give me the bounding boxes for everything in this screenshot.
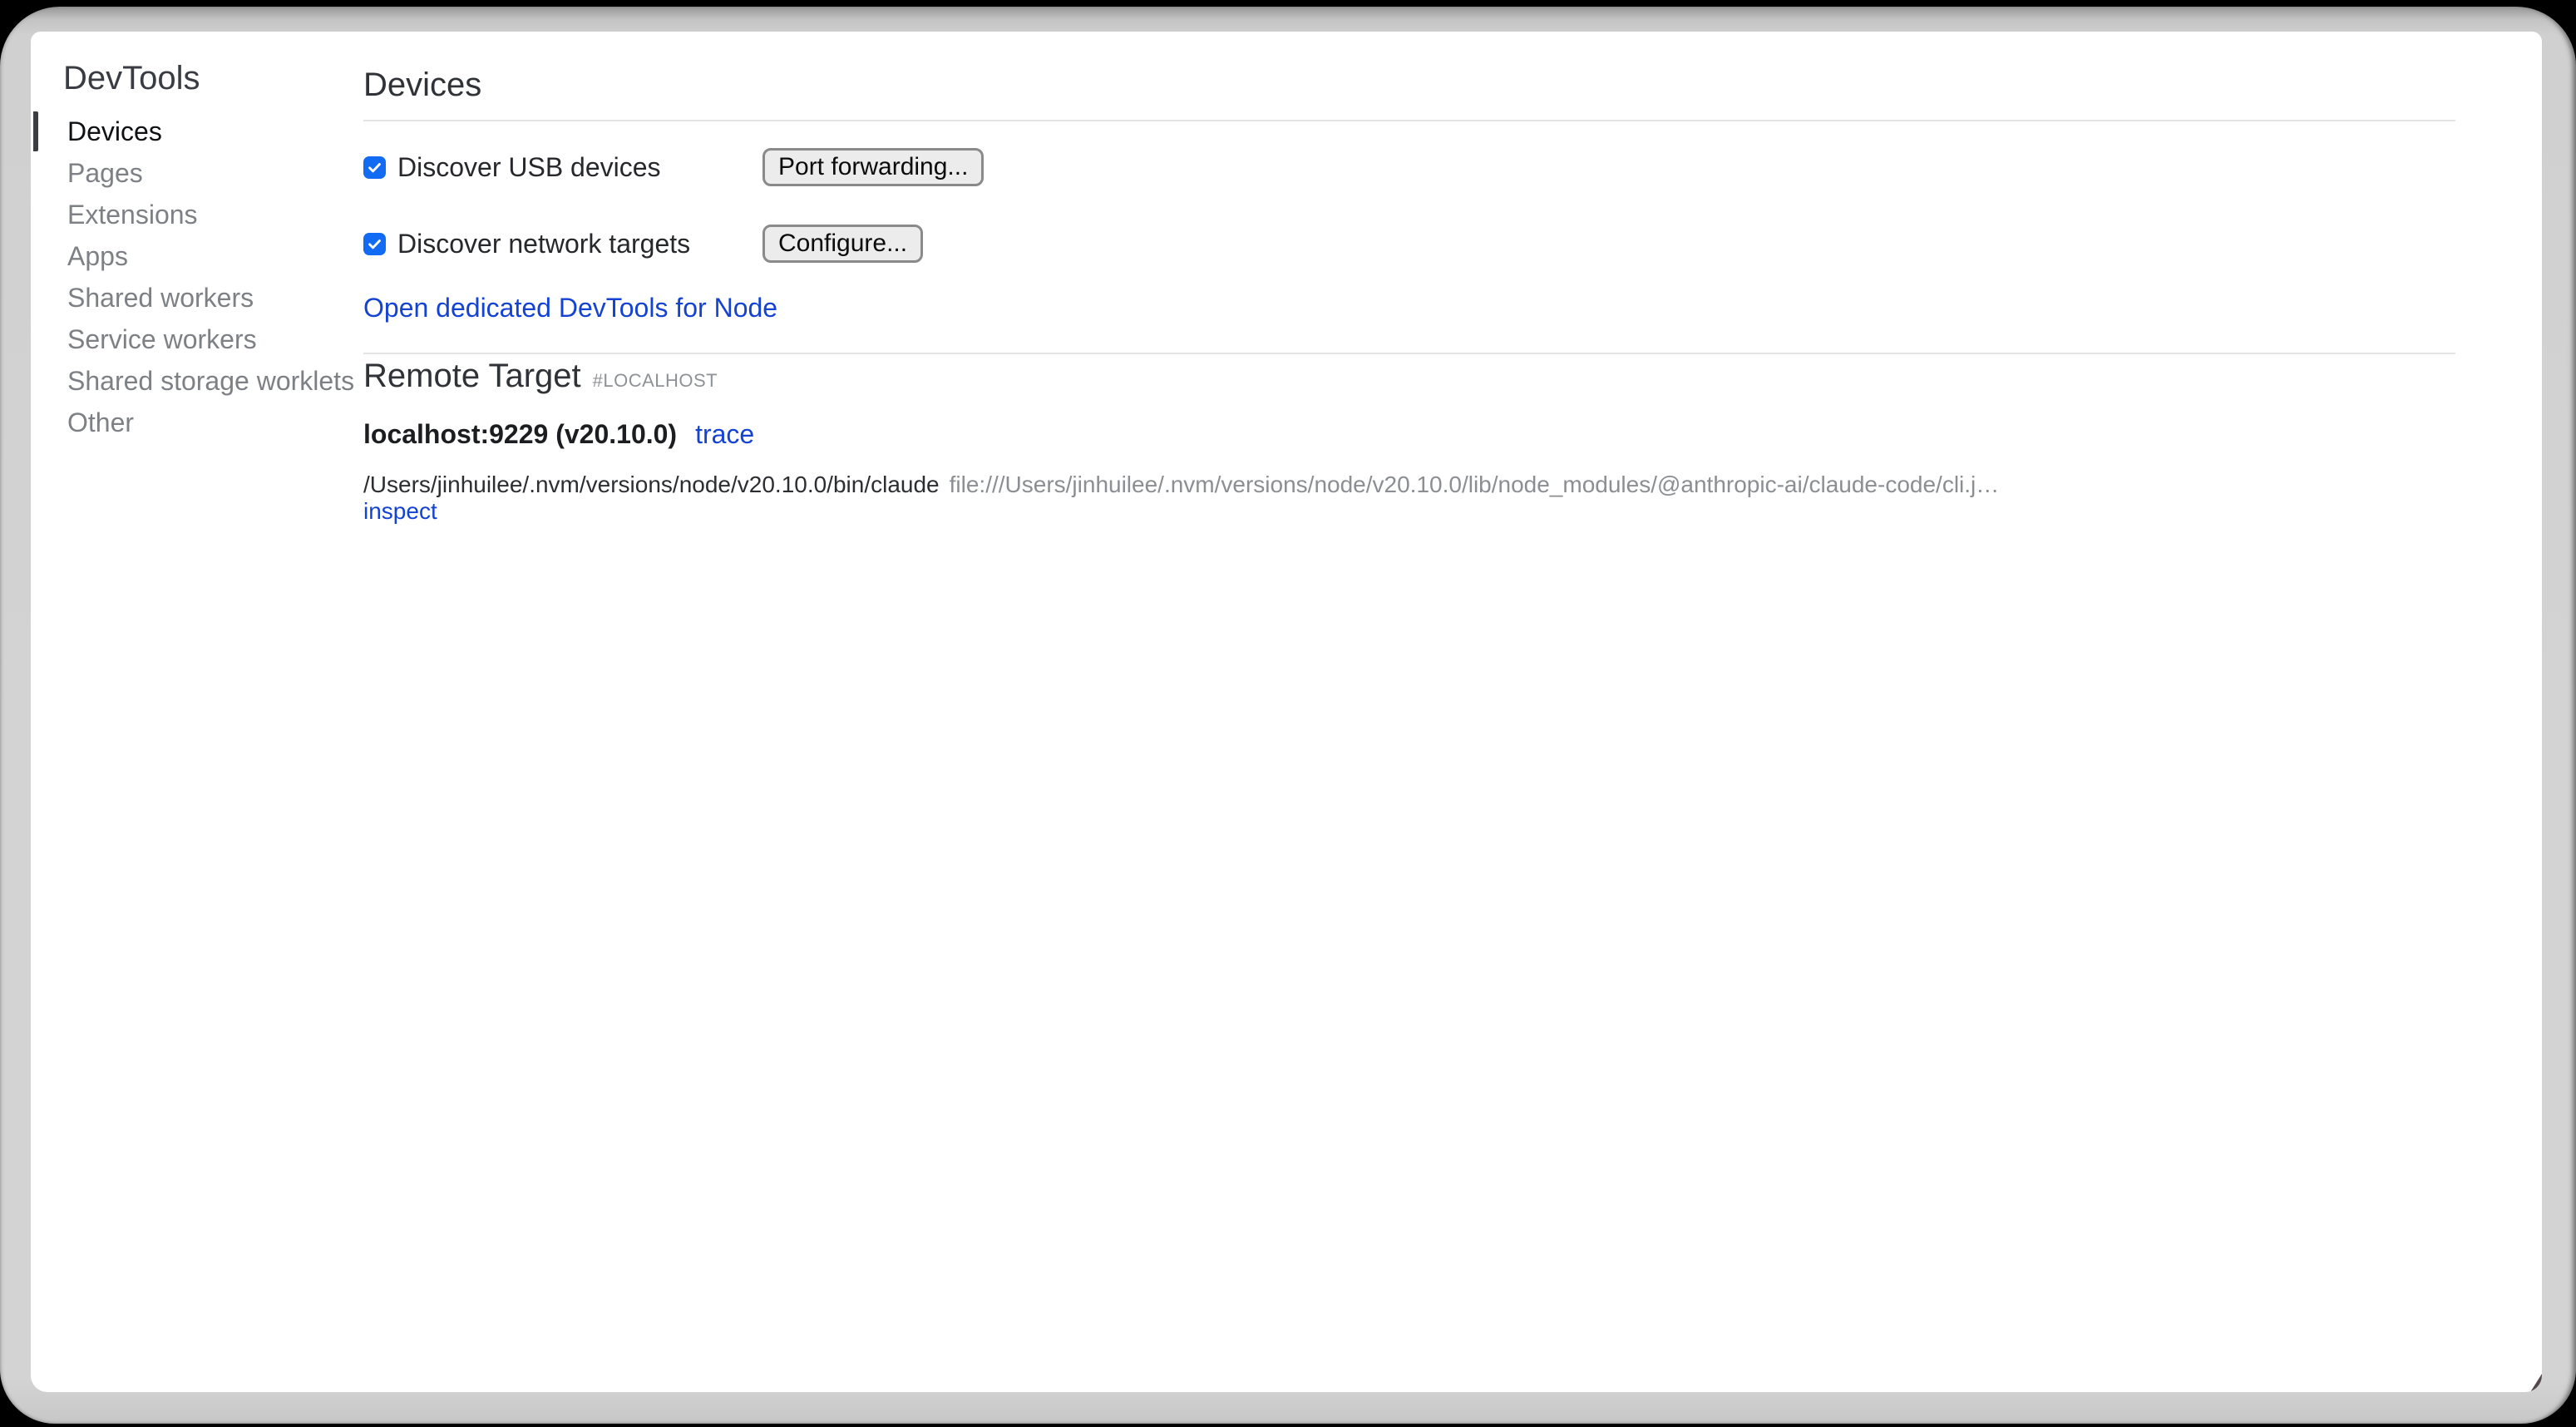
process-path: /Users/jinhuilee/.nvm/versions/node/v20.… (363, 472, 940, 497)
sidebar-item-label: Apps (67, 241, 128, 272)
sidebar-item-extensions[interactable]: Extensions (67, 194, 363, 235)
inspect-link[interactable]: inspect (363, 498, 437, 525)
discover-usb-label: Discover USB devices (397, 152, 762, 183)
sidebar-item-pages[interactable]: Pages (67, 152, 363, 194)
configure-button[interactable]: Configure... (762, 225, 923, 263)
target-detail: /Users/jinhuilee/.nvm/versions/node/v20.… (363, 472, 2455, 525)
checkmark-icon (367, 160, 382, 175)
sidebar-item-shared-workers[interactable]: Shared workers (67, 277, 363, 318)
divider (363, 353, 2455, 354)
discover-network-checkbox[interactable] (363, 233, 386, 255)
target-row: localhost:9229 (v20.10.0) trace (363, 417, 2455, 451)
sidebar-item-label: Devices (67, 116, 162, 147)
sidebar-item-label: Extensions (67, 200, 198, 230)
sidebar-item-label: Pages (67, 158, 143, 189)
port-forwarding-button[interactable]: Port forwarding... (762, 148, 984, 186)
sidebar: DevTools Devices Pages Extensions Apps (31, 32, 363, 1392)
sidebar-item-label: Other (67, 407, 134, 438)
remote-target-tag: #LOCALHOST (593, 370, 718, 392)
page-title: Devices (363, 65, 2455, 105)
discover-usb-row: Discover USB devices Port forwarding... (363, 148, 2455, 186)
target-name: localhost:9229 (v20.10.0) (363, 417, 677, 451)
discover-usb-checkbox[interactable] (363, 156, 386, 179)
remote-target-header: Remote Target #LOCALHOST (363, 356, 2455, 396)
devices-panel: Devices Discover USB devices Port forwar… (363, 32, 2542, 1392)
sidebar-item-devices[interactable]: Devices (67, 111, 363, 152)
app-title: DevTools (63, 58, 363, 98)
file-url: file:///Users/jinhuilee/.nvm/versions/no… (950, 472, 2000, 497)
desktop-background: DevTools Devices Pages Extensions Apps (0, 0, 2576, 1427)
trace-link[interactable]: trace (695, 417, 754, 451)
sidebar-nav: Devices Pages Extensions Apps Shared wor… (63, 111, 363, 443)
discover-network-label: Discover network targets (397, 229, 762, 259)
remote-target-title: Remote Target (363, 356, 581, 396)
sidebar-item-label: Shared workers (67, 283, 254, 314)
sidebar-item-other[interactable]: Other (67, 402, 363, 443)
sidebar-item-service-workers[interactable]: Service workers (67, 318, 363, 360)
selected-indicator (33, 111, 38, 151)
checkmark-icon (367, 236, 382, 252)
target-paths: /Users/jinhuilee/.nvm/versions/node/v20.… (363, 472, 2455, 498)
sidebar-item-shared-storage-worklets[interactable]: Shared storage worklets (67, 360, 363, 402)
sidebar-item-apps[interactable]: Apps (67, 235, 363, 277)
discover-network-row: Discover network targets Configure... (363, 225, 2455, 263)
device-frame: DevTools Devices Pages Extensions Apps (0, 7, 2576, 1424)
divider (363, 120, 2455, 121)
sidebar-item-label: Shared storage worklets (67, 366, 354, 397)
sidebar-item-label: Service workers (67, 324, 257, 355)
open-node-devtools-link[interactable]: Open dedicated DevTools for Node (363, 292, 777, 323)
devtools-inspect-window: DevTools Devices Pages Extensions Apps (31, 32, 2542, 1392)
